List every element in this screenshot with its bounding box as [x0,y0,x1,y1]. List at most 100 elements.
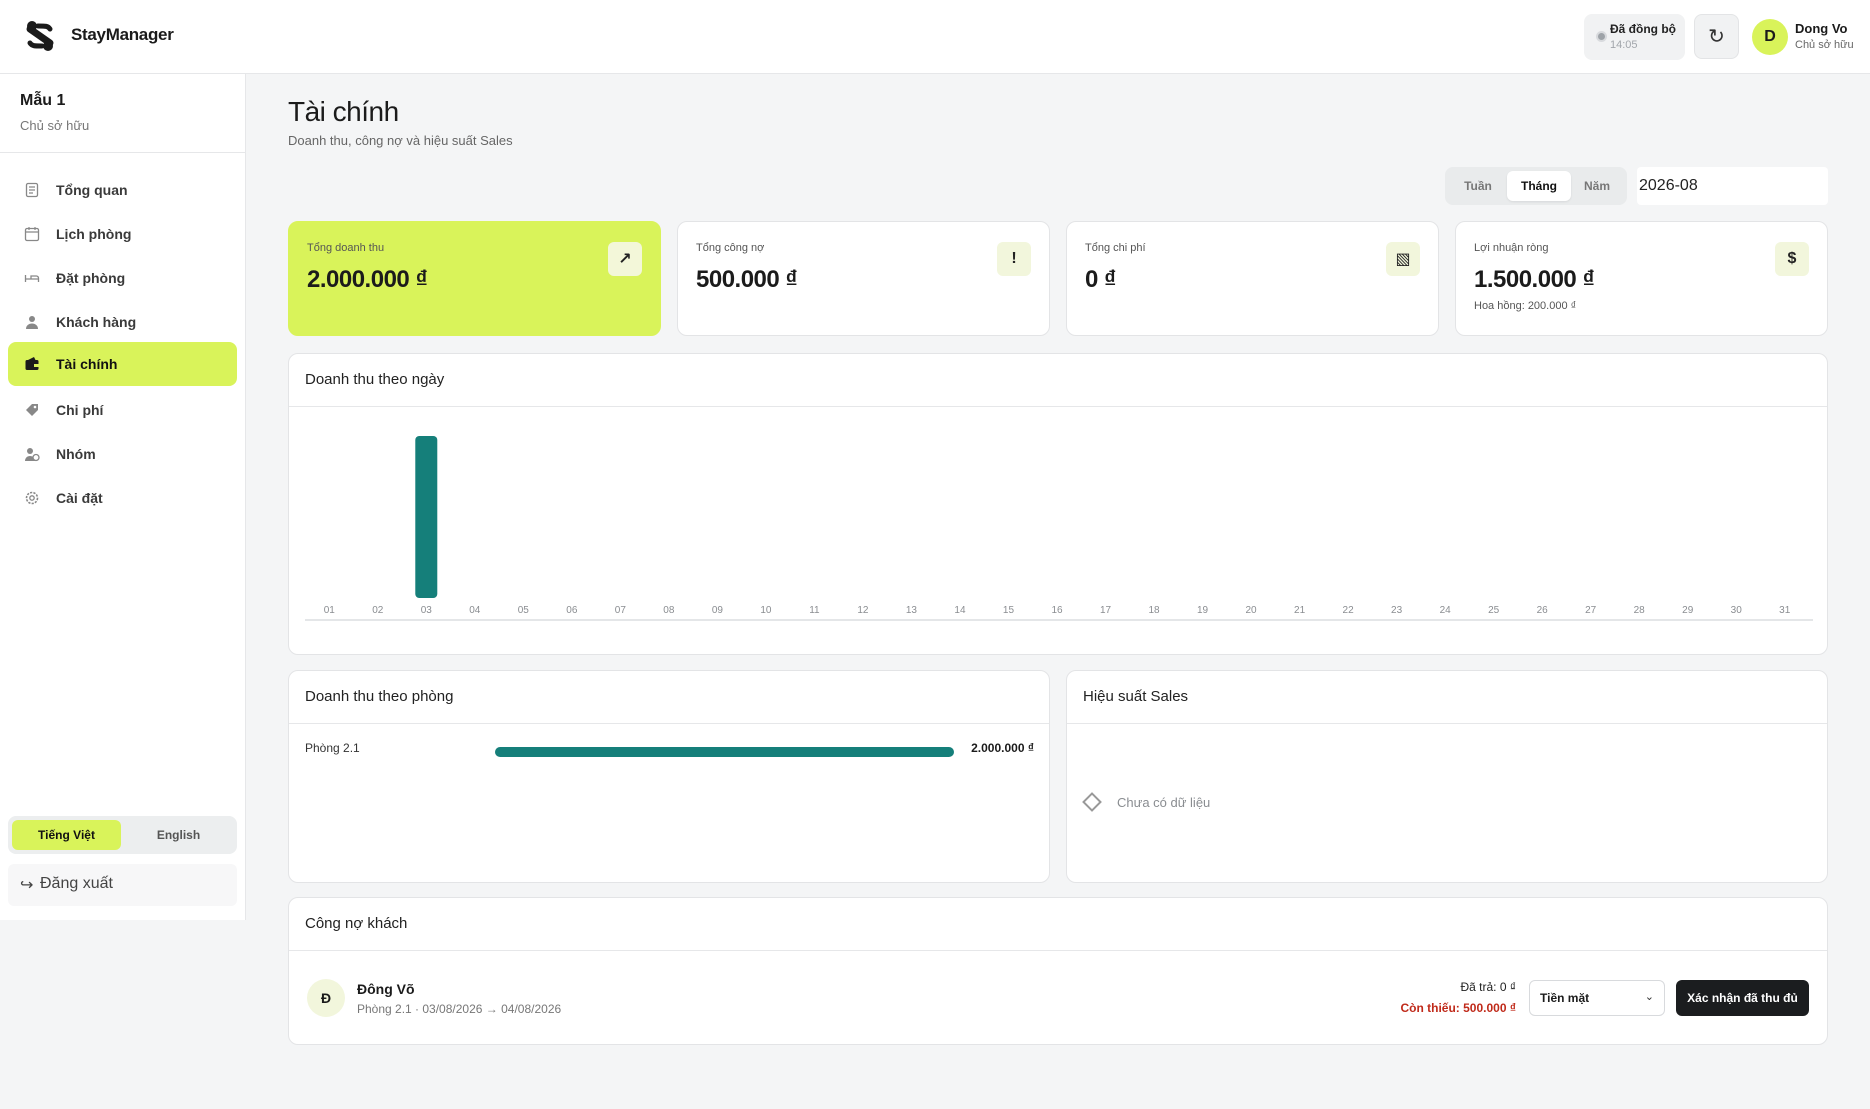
period-option-year[interactable]: Năm [1571,171,1623,201]
sidebar-item-room-calendar[interactable]: Lịch phòng [8,212,237,256]
x-tick-label: 23 [1391,605,1403,616]
sync-status: Đã đồng bộ 14:05 [1584,14,1685,60]
period-option-week[interactable]: Tuần [1449,171,1507,201]
x-tick-label: 01 [324,605,336,616]
x-tick-label: 09 [712,605,724,616]
sales-performance-card: Hiệu suất Sales Chưa có dữ liệu [1066,670,1828,883]
page-subtitle: Doanh thu, công nợ và hiệu suất Sales [288,133,513,148]
daily-revenue-chart: 01 02 03 04 05 06 07 08 09 10 11 12 13 14 15 16 17 18 19 20… [305,436,1813,621]
stat-value: 0 ₫ [1085,266,1116,293]
sidebar-item-label: Lịch phòng [56,226,132,242]
sidebar-item-bookings[interactable]: Đặt phòng [8,256,237,300]
period-option-month[interactable]: Tháng [1507,171,1571,201]
room-revenue-bar-fill [495,747,954,757]
refresh-button[interactable]: ↻ [1694,14,1739,59]
empty-state-icon [1082,792,1102,812]
stat-card-net-profit: Lợi nhuận ròng 1.500.000 ₫ Hoa hồng: 200… [1455,221,1828,336]
x-tick-label: 10 [760,605,772,616]
logout-label: Đăng xuất [40,875,113,892]
top-bar: StayManager Đã đồng bộ 14:05 ↻ D Dong Vo… [0,0,1870,74]
room-name: Phòng 2.1 [305,741,360,755]
card-divider [289,406,1827,407]
period-month-input[interactable] [1637,167,1828,205]
stat-card-total-debt: Tổng công nợ 500.000 ₫ ! [677,221,1050,336]
booking-details: Phòng 2.1 · 03/08/2026 → 04/08/2026 [357,1002,562,1016]
sync-status-label: Đã đồng bộ [1610,22,1676,36]
stat-label: Tổng công nợ [696,242,765,254]
stat-card-total-expense: Tổng chi phí 0 ₫ ▧ [1066,221,1439,336]
document-icon [25,182,39,198]
sidebar-item-label: Chi phí [56,402,104,418]
sidebar-item-label: Tài chính [56,356,118,372]
x-tick-label: 19 [1197,605,1209,616]
stat-value: 2.000.000 ₫ [307,266,428,293]
trend-up-icon: ↗ [608,242,642,276]
calendar-icon [24,227,40,242]
dollar-icon: $ [1775,242,1809,276]
sync-time: 14:05 [1610,39,1638,51]
x-tick-label: 16 [1051,605,1063,616]
workspace-role: Chủ sở hữu [20,118,90,133]
x-tick-label: 28 [1634,605,1646,616]
x-tick-label: 11 [809,605,820,616]
tag-icon [26,404,38,416]
sidebar-item-label: Cài đặt [56,490,103,506]
customer-debts-card: Công nợ khách Đ Đông Võ Phòng 2.1 · 03/0… [288,897,1828,1045]
x-tick-label: 22 [1343,605,1355,616]
user-avatar[interactable]: D [1752,19,1788,55]
confirm-paid-button[interactable]: Xác nhận đã thu đủ [1676,980,1809,1016]
logout-button[interactable]: ↪ Đăng xuất [8,864,237,906]
sidebar-item-label: Khách hàng [56,314,137,330]
sidebar-divider [0,152,246,153]
x-tick-label: 03 [421,605,433,616]
sidebar-item-finance[interactable]: Tài chính [8,342,237,386]
amount-paid: Đã trả: 0 ₫ [1460,980,1516,994]
x-tick-label: 17 [1100,605,1112,616]
x-tick-label: 14 [954,605,966,616]
wallet-icon [25,357,39,370]
sidebar-item-settings[interactable]: Cài đặt [8,476,237,520]
sidebar-item-team[interactable]: Nhóm [8,432,237,476]
daily-revenue-title: Doanh thu theo ngày [305,371,445,388]
stat-label: Tổng doanh thu [307,242,385,254]
x-tick-label: 26 [1537,605,1549,616]
card-divider [289,723,1049,724]
workspace-name: Mẫu 1 [20,92,66,109]
room-revenue-value: 2.000.000 ₫ [971,741,1034,755]
x-tick-label: 29 [1682,605,1694,616]
user-name: Dong Vo [1795,21,1848,36]
x-tick-label: 12 [857,605,869,616]
customer-avatar: Đ [307,979,345,1017]
refresh-icon: ↻ [1708,26,1725,48]
x-tick-label: 31 [1779,605,1791,616]
daily-revenue-card: Doanh thu theo ngày 01 02 03 04 05 06 07 08 09 10… [288,353,1828,655]
sidebar-item-customers[interactable]: Khách hàng [8,300,237,344]
room-revenue-title: Doanh thu theo phòng [305,688,454,705]
stat-value: 1.500.000 ₫ [1474,266,1595,293]
chart-bar-day-03[interactable] [415,436,438,598]
x-tick-label: 07 [615,605,627,616]
receipt-icon: ▧ [1386,242,1420,276]
sidebar-item-expenses[interactable]: Chi phí [8,388,237,432]
language-option-vi[interactable]: Tiếng Việt [12,820,121,850]
app-logo-icon[interactable] [24,20,56,52]
customer-debts-title: Công nợ khách [305,915,408,932]
language-option-en[interactable]: English [124,820,233,850]
bed-icon [24,275,40,282]
language-switcher: Tiếng Việt English [8,816,237,854]
sidebar-item-overview[interactable]: Tổng quan [8,168,237,212]
x-tick-label: 21 [1294,605,1306,616]
x-tick-label: 08 [663,605,675,616]
sidebar-item-label: Tổng quan [56,182,128,198]
stat-label: Lợi nhuận ròng [1474,242,1549,254]
payment-method-value: Tiền mặt [1540,991,1590,1005]
page-title: Tài chính [288,96,399,127]
payment-method-select[interactable]: Tiền mặt ⌄ [1529,980,1665,1016]
room-revenue-card: Doanh thu theo phòng Phòng 2.1 2.000.000… [288,670,1050,883]
x-tick-label: 27 [1585,605,1597,616]
x-tick-label: 04 [469,605,481,616]
x-tick-label: 05 [518,605,530,616]
sidebar-item-label: Nhóm [56,446,96,462]
x-tick-label: 25 [1488,605,1500,616]
x-tick-label: 13 [906,605,918,616]
